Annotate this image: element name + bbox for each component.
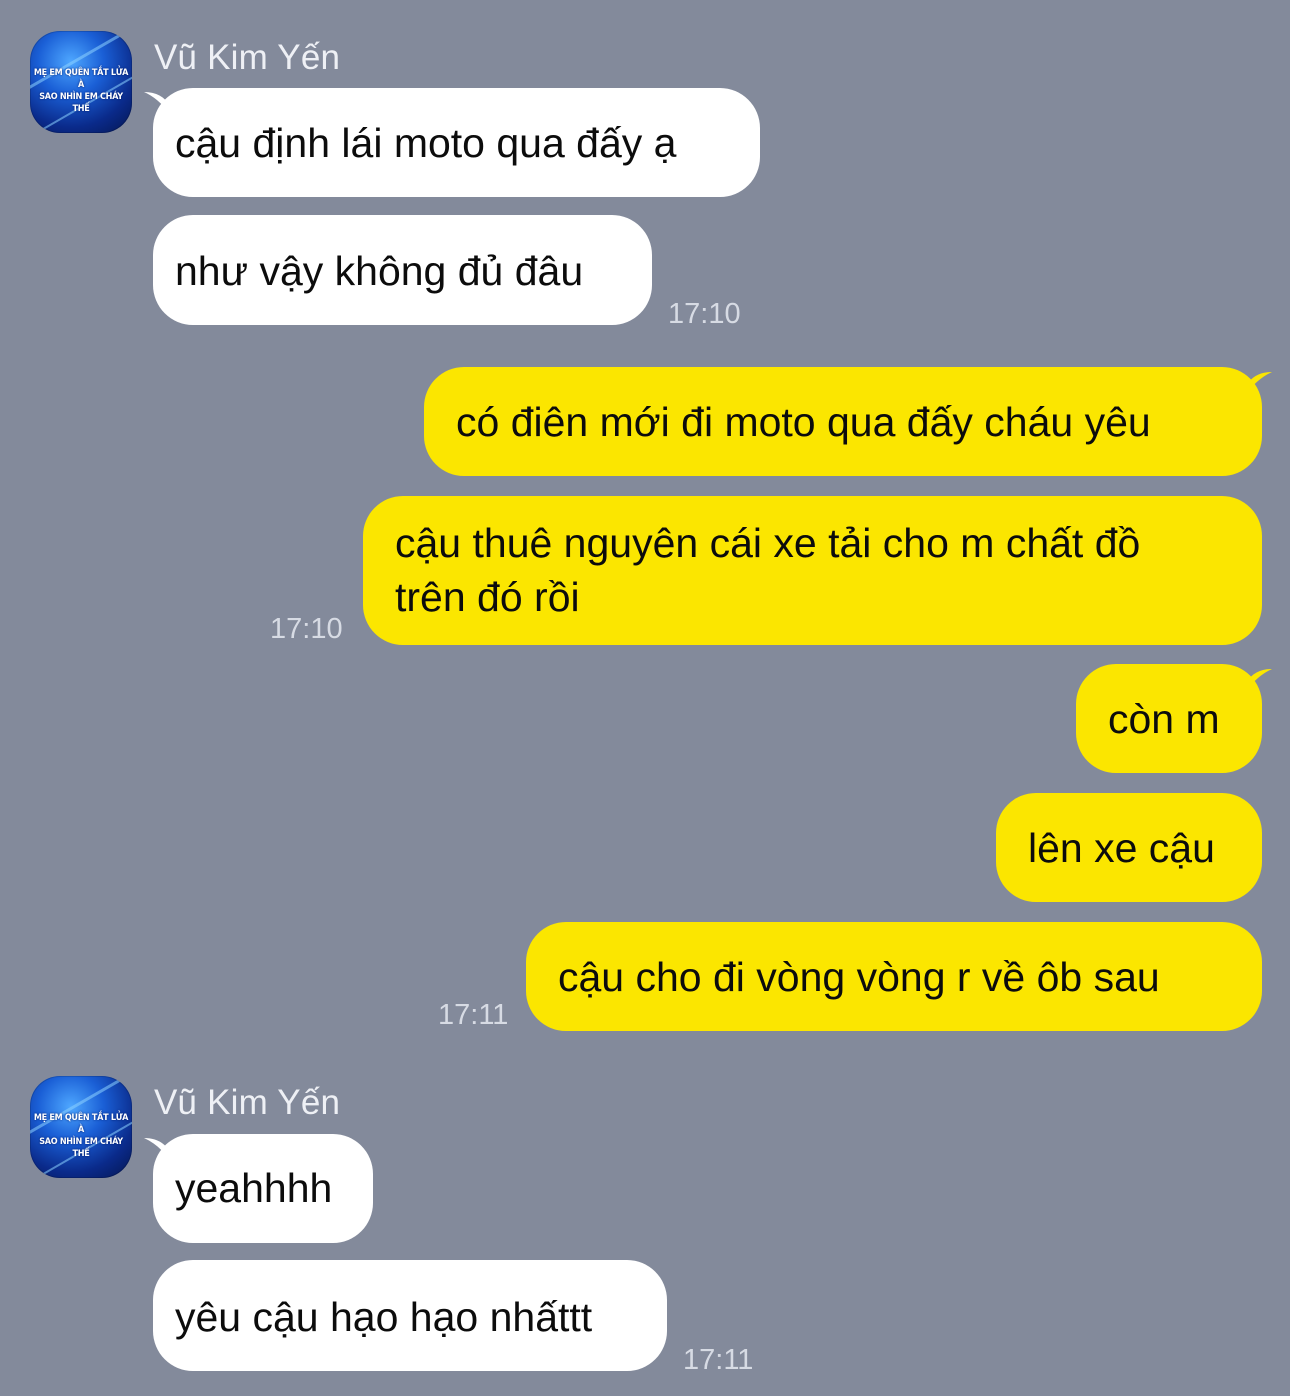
sender-name[interactable]: Vũ Kim Yến xyxy=(154,1083,340,1123)
message-timestamp: 17:11 xyxy=(438,999,509,1031)
avatar-caption: MẸ EM QUÊN TẮT LỬA À SAO NHÌN EM CHÁY TH… xyxy=(33,1113,129,1159)
message-bubble-outgoing[interactable]: lên xe cậu xyxy=(996,793,1262,902)
message-timestamp: 17:10 xyxy=(270,613,343,645)
contact-avatar[interactable]: MẸ EM QUÊN TẮT LỬA À SAO NHÌN EM CHÁY TH… xyxy=(30,1076,132,1178)
contact-avatar[interactable]: MẸ EM QUÊN TẮT LỬA À SAO NHÌN EM CHÁY TH… xyxy=(30,31,132,133)
message-bubble-outgoing[interactable]: có điên mới đi moto qua đấy cháu yêu xyxy=(424,367,1262,476)
message-bubble-incoming[interactable]: như vậy không đủ đâu xyxy=(153,215,652,325)
message-bubble-outgoing[interactable]: cậu cho đi vòng vòng r về ôb sau xyxy=(526,922,1262,1031)
sender-name[interactable]: Vũ Kim Yến xyxy=(154,38,340,78)
message-line: trên đó rồi xyxy=(395,574,580,620)
avatar-caption: MẸ EM QUÊN TẮT LỬA À SAO NHÌN EM CHÁY TH… xyxy=(33,68,129,114)
message-bubble-incoming[interactable]: yeahhhh xyxy=(153,1134,373,1243)
message-bubble-incoming[interactable]: cậu định lái moto qua đấy ạ xyxy=(153,88,760,197)
message-line: cậu thuê nguyên cái xe tải cho m chất đồ xyxy=(395,520,1141,566)
message-bubble-incoming[interactable]: yêu cậu hạo hạo nhấttt xyxy=(153,1260,667,1371)
message-bubble-outgoing[interactable]: cậu thuê nguyên cái xe tải cho m chất đồ… xyxy=(363,496,1262,645)
message-bubble-outgoing[interactable]: còn m xyxy=(1076,664,1262,773)
message-timestamp: 17:11 xyxy=(683,1344,754,1376)
chat-area[interactable]: MẸ EM QUÊN TẮT LỬA À SAO NHÌN EM CHÁY TH… xyxy=(0,0,1290,1396)
message-timestamp: 17:10 xyxy=(668,298,741,330)
